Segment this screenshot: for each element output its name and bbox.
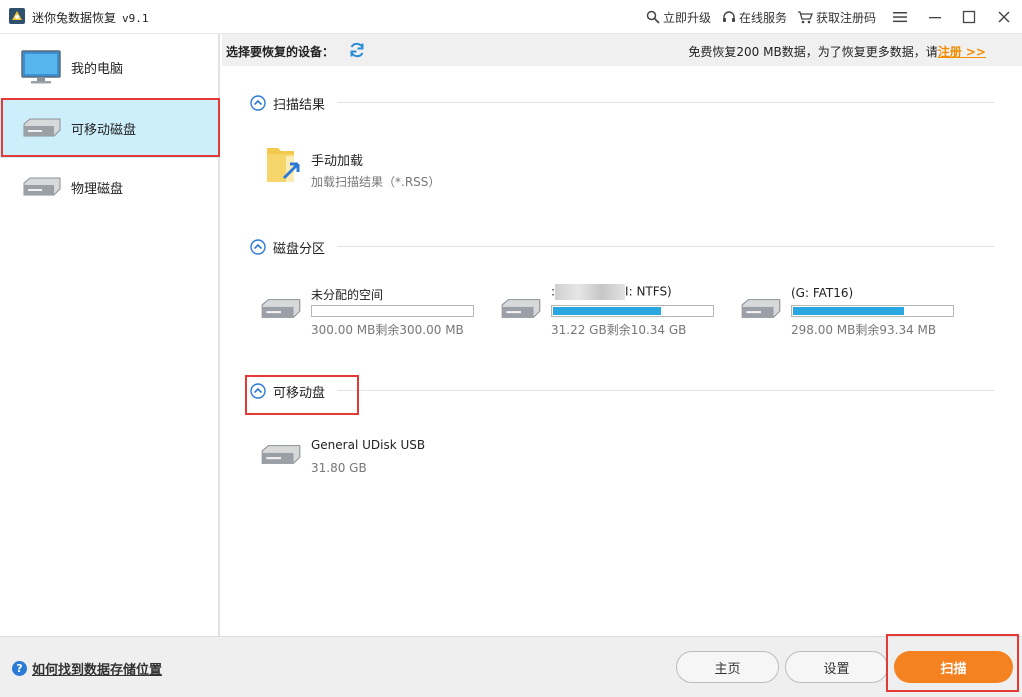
folder-load-icon [267,148,302,182]
select-device-label: 选择要恢复的设备： [226,45,335,59]
drive-icon [23,118,61,137]
load-scan-title: 手动加载 [311,154,364,169]
partition-name: 未分配的空间 [311,288,384,302]
partition-usage-text: 298.00 MB剩余93.34 MB [791,323,937,337]
partition-usage-text: 300.00 MB剩余300.00 MB [311,323,464,337]
device-select-bar: 选择要恢复的设备： 免费恢复200 MB数据，为了恢复更多数据，请注册 >> [222,34,1022,66]
sidebar-item-physical-disk[interactable]: 物理磁盘 [0,157,220,217]
partition-usage-text: 31.22 GB剩余10.34 GB [551,323,687,337]
settings-button[interactable]: 设置 [785,651,888,683]
get-code-label: 获取注册码 [816,10,877,25]
minimize-button[interactable] [923,5,947,29]
magnifier-key-icon [646,10,660,24]
online-service-label: 在线服务 [739,10,788,25]
sidebar-item-label: 可移动磁盘 [71,122,137,138]
partition-item[interactable]: (G: FAT16) 298.00 MB剩余93.34 MB [738,284,958,338]
chevron-up-icon[interactable] [250,239,266,255]
removable-drive-name: General UDisk USB [311,438,426,452]
section-divider [337,102,995,103]
partition-usage-fill [793,307,904,315]
monitor-icon [21,50,61,84]
scan-button[interactable]: 扫描 [894,651,1013,683]
sidebar-item-my-computer[interactable]: 我的电脑 [0,37,220,97]
maximize-button[interactable] [957,5,981,29]
partition-usage-bar [311,305,474,317]
scan-button-label: 扫描 [940,661,967,677]
sidebar-item-removable-disk[interactable]: 可移动磁盘 [0,98,220,158]
online-service-link[interactable]: 在线服务 [722,8,787,26]
help-link[interactable]: ? 如何找到数据存储位置 [12,659,162,678]
section-divider [337,390,995,391]
chevron-up-icon[interactable] [250,383,266,399]
section-title: 可移动盘 [273,385,326,401]
device-sidebar: 我的电脑 可移动磁盘 物理磁盘 [0,34,220,636]
partition-usage-fill [553,307,661,315]
section-title: 磁盘分区 [273,241,326,257]
drive-icon [261,299,301,318]
get-code-link[interactable]: 获取注册码 [797,8,876,26]
load-scan-result-item[interactable]: 手动加载 加载扫描结果（*.RSS） [262,142,482,190]
footer-bar: ? 如何找到数据存储位置 主页 设置 扫描 [0,636,1022,697]
headset-icon [723,11,735,22]
sidebar-item-label: 我的电脑 [71,61,124,77]
removable-drive-size: 31.80 GB [311,461,367,475]
removable-drive-item[interactable]: General UDisk USB 31.80 GB [258,436,478,480]
help-link-label: 如何找到数据存储位置 [32,663,163,678]
partition-usage-bar [551,305,714,317]
section-scan-results: 扫描结果 [250,93,325,113]
settings-button-label: 设置 [823,661,850,677]
drive-icon [741,299,781,318]
refresh-icon[interactable] [348,41,366,59]
cart-icon [798,11,813,24]
partition-name: (G: FAT16) [791,286,854,300]
question-icon: ? [12,661,27,676]
close-button[interactable] [992,5,1016,29]
drive-icon [23,177,61,196]
close-icon [998,11,1010,23]
upgrade-link[interactable]: 立即升级 [646,8,711,26]
menu-button[interactable] [888,5,912,29]
load-scan-desc: 加载扫描结果（*.RSS） [311,175,441,189]
section-removable: 可移动盘 [250,381,325,401]
title-bar: 迷你兔数据恢复 v9.1 立即升级 在线服务 获取注册码 [0,0,1022,34]
section-title: 扫描结果 [273,97,326,113]
app-title: 迷你兔数据恢复 v9.1 [32,9,149,26]
drive-icon [261,445,301,464]
app-logo-icon [9,8,25,24]
app-version: v9.1 [122,12,149,25]
promo-text: 免费恢复200 MB数据，为了恢复更多数据，请注册 >> [688,43,986,60]
promo-message: 免费恢复200 MB数据，为了恢复更多数据，请 [688,45,938,59]
home-button[interactable]: 主页 [676,651,779,683]
chevron-up-icon[interactable] [250,95,266,111]
home-button-label: 主页 [714,661,741,677]
minimize-icon [929,17,941,19]
sidebar-item-label: 物理磁盘 [71,181,124,197]
partition-usage-bar [791,305,954,317]
partition-name-suffix: I: NTFS) [625,284,672,299]
app-name: 迷你兔数据恢复 [32,11,117,25]
section-divider [337,246,995,247]
register-link[interactable]: 注册 >> [938,45,986,59]
partition-item[interactable]: : I: NTFS) 31.22 GB剩余10.34 GB [498,284,718,338]
redacted-label [555,284,626,300]
section-partitions: 磁盘分区 [250,237,325,257]
drive-icon [501,299,541,318]
partition-name: : I: NTFS) [551,284,672,300]
upgrade-label: 立即升级 [663,10,712,25]
menu-icon [893,12,907,23]
partition-item[interactable]: 未分配的空间 300.00 MB剩余300.00 MB [258,284,478,338]
maximize-icon [962,10,976,24]
